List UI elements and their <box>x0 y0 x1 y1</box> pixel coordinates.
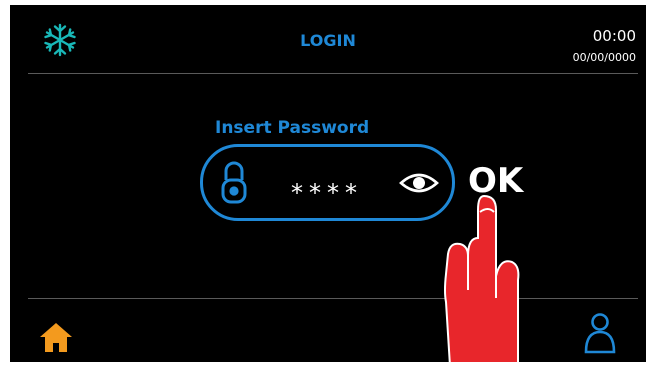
password-value: **** <box>291 179 363 207</box>
clock-time: 00:00 <box>592 27 636 45</box>
footer-divider <box>28 298 638 299</box>
device-screen: LOGIN 00:00 00/00/0000 Insert Password *… <box>10 5 646 362</box>
hand-pointer-icon <box>444 194 520 362</box>
page-title: LOGIN <box>300 31 356 50</box>
clock-date: 00/00/0000 <box>572 51 636 64</box>
user-icon[interactable] <box>582 312 618 354</box>
password-prompt: Insert Password <box>215 118 370 138</box>
header-divider <box>28 73 638 74</box>
password-field[interactable]: **** <box>200 144 455 221</box>
lock-icon <box>221 161 247 204</box>
home-icon[interactable] <box>38 321 74 353</box>
